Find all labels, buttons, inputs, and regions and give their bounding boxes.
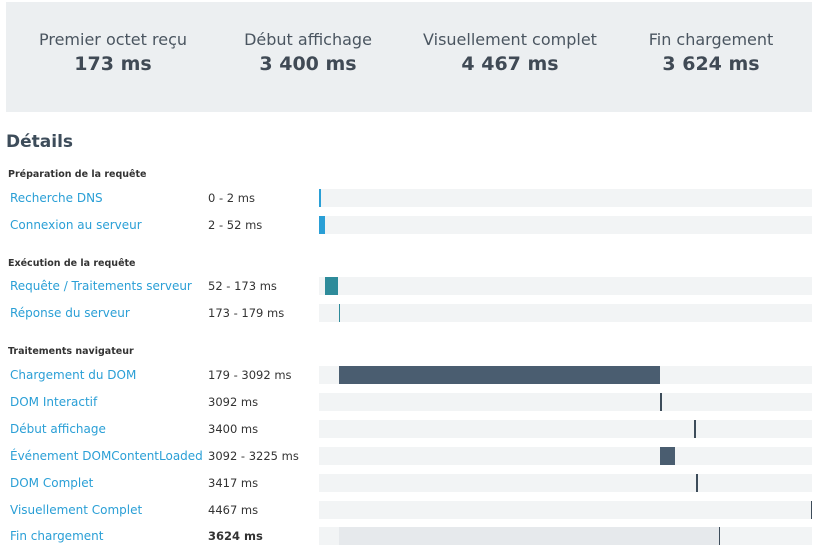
timing-row-link-dom-complete[interactable]: DOM Complet (10, 476, 93, 490)
timing-row-link-start-render[interactable]: Début affichage (10, 422, 106, 436)
metric-label: Premier octet reçu (38, 30, 188, 49)
timeline-bar (338, 366, 661, 384)
details-title: Détails (6, 132, 74, 152)
metric-label: Visuellement complet (423, 30, 597, 49)
metric-value: 4 467 ms (461, 53, 559, 75)
timeline-track (319, 277, 812, 295)
metric-value: 173 ms (74, 53, 152, 75)
timing-row: DOM Complet 3417 ms (0, 474, 823, 494)
metric-label: Début affichage (244, 30, 372, 49)
section-title-request-exec: Exécution de la requête (8, 258, 136, 269)
timing-row-link-dns[interactable]: Recherche DNS (10, 191, 103, 205)
timing-value: 2 - 52 ms (208, 218, 263, 232)
metric-load-end: Fin chargement 3 624 ms (611, 30, 811, 75)
timing-row-link-server-response[interactable]: Réponse du serveur (10, 306, 130, 320)
timing-row-link-dom-loading[interactable]: Chargement du DOM (10, 368, 136, 382)
summary-panel: Premier octet reçu 173 ms Début affichag… (6, 2, 812, 112)
metric-value: 3 624 ms (662, 53, 760, 75)
timing-row: Réponse du serveur 173 - 179 ms (0, 304, 823, 324)
timing-row: Fin chargement 3624 ms (0, 527, 823, 547)
timeline-marker (338, 304, 341, 322)
section-title-request-prep: Préparation de la requête (8, 169, 147, 180)
timing-row-link-domcontentloaded[interactable]: Événement DOMContentLoaded (10, 449, 203, 463)
timeline-track (319, 474, 812, 492)
timing-row-link-server-processing[interactable]: Requête / Traitements serveur (10, 279, 192, 293)
timeline-track (319, 189, 812, 207)
timeline-track (319, 366, 812, 384)
timeline-track (319, 527, 812, 545)
metric-visually-complete: Visuellement complet 4 467 ms (410, 30, 610, 75)
timeline-range (338, 527, 719, 545)
metric-start-render: Début affichage 3 400 ms (208, 30, 408, 75)
timing-value: 3092 - 3225 ms (208, 449, 299, 463)
timeline-track (319, 304, 812, 322)
timeline-marker (810, 501, 812, 519)
timeline-bar (660, 447, 675, 465)
timeline-track (319, 420, 812, 438)
section-title-browser: Traitements navigateur (8, 346, 134, 357)
timing-value: 3400 ms (208, 422, 259, 436)
timeline-marker (718, 527, 721, 545)
timeline-marker (319, 189, 321, 207)
timeline-marker (660, 393, 662, 411)
timing-row: Début affichage 3400 ms (0, 420, 823, 440)
timing-row: Chargement du DOM 179 - 3092 ms (0, 366, 823, 386)
metric-label: Fin chargement (648, 30, 774, 49)
timing-row: Événement DOMContentLoaded 3092 - 3225 m… (0, 447, 823, 467)
timeline-track (319, 216, 812, 234)
timing-row: Visuellement Complet 4467 ms (0, 501, 823, 521)
timeline-marker (694, 420, 696, 438)
timeline-marker (696, 474, 698, 492)
timing-value: 173 - 179 ms (208, 306, 285, 320)
timing-row: Connexion au serveur 2 - 52 ms (0, 216, 823, 236)
timing-value: 3092 ms (208, 395, 259, 409)
timing-row-link-dom-interactive[interactable]: DOM Interactif (10, 395, 97, 409)
timeline-track (319, 393, 812, 411)
timing-value: 179 - 3092 ms (208, 368, 292, 382)
timing-value: 4467 ms (208, 503, 259, 517)
timeline-track (319, 447, 812, 465)
metric-first-byte: Premier octet reçu 173 ms (13, 30, 213, 75)
timing-value: 52 - 173 ms (208, 279, 277, 293)
timing-row: Recherche DNS 0 - 2 ms (0, 189, 823, 209)
timing-value: 0 - 2 ms (208, 191, 255, 205)
timeline-track (319, 501, 812, 519)
timing-row: Requête / Traitements serveur 52 - 173 m… (0, 277, 823, 297)
metric-value: 3 400 ms (259, 53, 357, 75)
timing-value: 3624 ms (208, 529, 263, 543)
timing-value: 3417 ms (208, 476, 259, 490)
timing-row-link-load-end[interactable]: Fin chargement (10, 529, 103, 543)
timeline-bar (324, 277, 339, 295)
timing-row-link-connect[interactable]: Connexion au serveur (10, 218, 142, 232)
timing-row-link-visually-complete[interactable]: Visuellement Complet (10, 503, 142, 517)
timeline-bar (319, 216, 325, 234)
timing-row: DOM Interactif 3092 ms (0, 393, 823, 413)
